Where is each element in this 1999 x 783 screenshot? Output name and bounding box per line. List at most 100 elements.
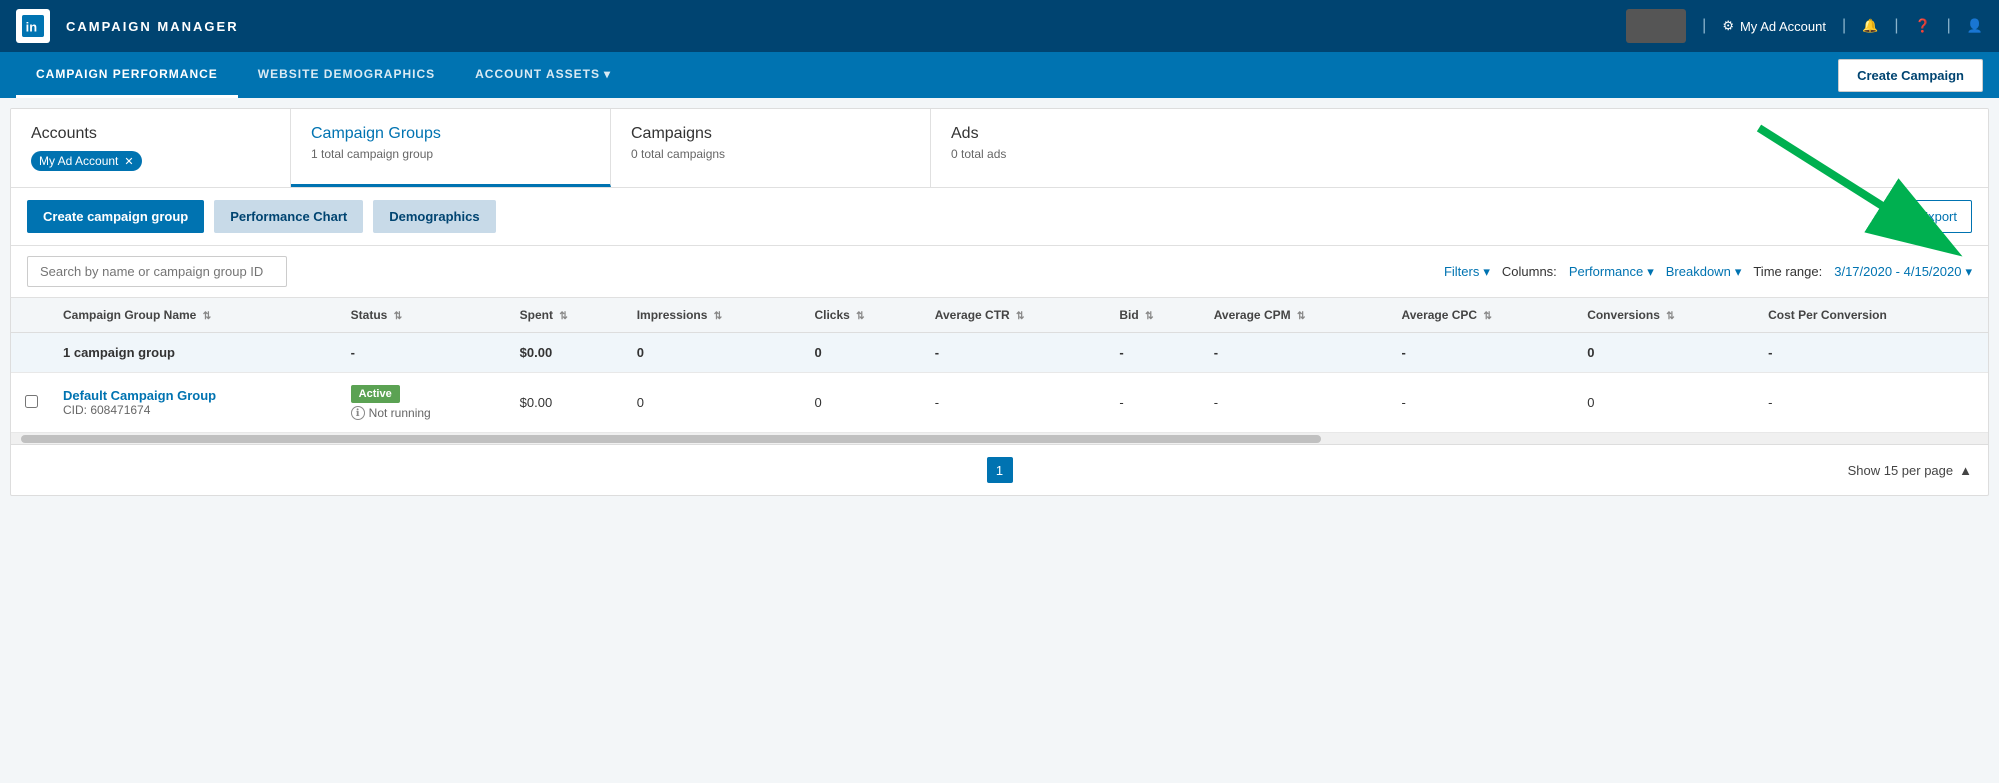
divider-3: |	[1894, 17, 1898, 35]
create-campaign-group-button[interactable]: Create campaign group	[27, 200, 204, 233]
chevron-down-icon: ▾	[1965, 264, 1972, 280]
group-avg-cpc-cell: -	[1390, 333, 1576, 373]
row-checkbox[interactable]	[25, 395, 38, 408]
remove-account-icon[interactable]: ✕	[124, 155, 133, 168]
row-impressions-cell: 0	[625, 373, 803, 433]
group-name: 1 campaign group	[63, 345, 175, 360]
row-spent-cell: $0.00	[508, 373, 625, 433]
col-cost-per-conversion[interactable]: Cost Per Conversion	[1756, 298, 1988, 333]
subnav-account-assets[interactable]: ACCOUNT ASSETS ▾	[455, 52, 631, 98]
chevron-down-icon: ▾	[1647, 264, 1654, 280]
group-bid-cell: -	[1107, 333, 1201, 373]
row-cost-per-conversion-cell: -	[1756, 373, 1988, 433]
scroll-thumb[interactable]	[21, 435, 1321, 443]
horizontal-scrollbar[interactable]	[11, 433, 1988, 445]
breadcrumb-accounts[interactable]: Accounts My Ad Account ✕	[11, 109, 291, 187]
group-clicks-cell: 0	[802, 333, 922, 373]
campaign-groups-panel-title: Campaign Groups	[311, 125, 590, 143]
row-checkbox-cell[interactable]	[11, 373, 51, 433]
settings-button[interactable]: ⚙ My Ad Account	[1722, 18, 1826, 34]
settings-label: My Ad Account	[1740, 19, 1826, 34]
col-conversions[interactable]: Conversions ⇅	[1575, 298, 1756, 333]
breadcrumb-ads[interactable]: Ads 0 total ads	[931, 109, 1988, 187]
sort-icon-spent: ⇅	[559, 311, 567, 322]
subnav-website-demographics[interactable]: WEBSITE DEMOGRAPHICS	[238, 52, 455, 98]
campaigns-panel-title: Campaigns	[631, 125, 910, 143]
show-per-page[interactable]: Show 15 per page ▲	[1848, 463, 1972, 478]
col-spent[interactable]: Spent ⇅	[508, 298, 625, 333]
question-circle-icon: ❓	[1914, 18, 1930, 34]
col-avg-ctr[interactable]: Average CTR ⇅	[923, 298, 1108, 333]
sort-icon-clicks: ⇅	[856, 311, 864, 322]
filters-label: Filters	[1444, 264, 1479, 279]
campaign-groups-table: Campaign Group Name ⇅ Status ⇅ Spent ⇅ I…	[11, 298, 1988, 433]
sort-icon-avg-cpc: ⇅	[1483, 311, 1491, 322]
group-spent-cell: $0.00	[508, 333, 625, 373]
top-navigation: in CAMPAIGN MANAGER | ⚙ My Ad Account | …	[0, 0, 1999, 52]
col-clicks[interactable]: Clicks ⇅	[802, 298, 922, 333]
notifications-button[interactable]: 🔔	[1862, 18, 1878, 34]
chevron-down-icon: ▾	[1735, 264, 1742, 280]
sort-icon-conversions: ⇅	[1666, 311, 1674, 322]
export-button[interactable]: Export	[1904, 200, 1972, 233]
row-avg-ctr-cell: -	[923, 373, 1108, 433]
sort-icon-avg-cpm: ⇅	[1297, 311, 1305, 322]
account-avatar-image	[1626, 9, 1686, 43]
col-status[interactable]: Status ⇅	[339, 298, 508, 333]
create-campaign-button[interactable]: Create Campaign	[1838, 59, 1983, 92]
pagination-row: 1 Show 15 per page ▲	[11, 445, 1988, 495]
campaign-group-link[interactable]: Default Campaign Group	[63, 388, 327, 403]
time-range-label: Time range:	[1753, 264, 1822, 279]
performance-chart-button[interactable]: Performance Chart	[214, 200, 363, 233]
time-range-value: 3/17/2020 - 4/15/2020	[1834, 264, 1961, 279]
subnav-campaign-performance[interactable]: CAMPAIGN PERFORMANCE	[16, 52, 238, 98]
chevron-down-icon: ▾	[1483, 264, 1490, 280]
breadcrumb-campaign-groups[interactable]: Campaign Groups 1 total campaign group	[291, 109, 611, 187]
table-group-row: 1 campaign group - $0.00 0 0 -	[11, 333, 1988, 373]
svg-text:in: in	[26, 20, 38, 35]
row-bid-cell: -	[1107, 373, 1201, 433]
not-running-status: ℹ Not running	[351, 406, 496, 420]
group-conversions-cell: 0	[1575, 333, 1756, 373]
col-name[interactable]: Campaign Group Name ⇅	[51, 298, 339, 333]
col-avg-cpc[interactable]: Average CPC ⇅	[1390, 298, 1576, 333]
group-name-cell: 1 campaign group	[51, 333, 339, 373]
filters-button[interactable]: Filters ▾	[1444, 264, 1490, 280]
app-title: CAMPAIGN MANAGER	[66, 19, 239, 34]
sort-icon-bid: ⇅	[1145, 311, 1153, 322]
columns-select[interactable]: Performance ▾	[1569, 264, 1654, 280]
table-toolbar: Create campaign group Performance Chart …	[11, 188, 1988, 246]
bell-icon: 🔔	[1862, 18, 1878, 34]
filter-row: Filters ▾ Columns: Performance ▾ Breakdo…	[11, 246, 1988, 298]
select-all-header	[11, 298, 51, 333]
ads-panel-title: Ads	[951, 125, 1968, 143]
time-range-select[interactable]: 3/17/2020 - 4/15/2020 ▾	[1834, 264, 1972, 280]
table-header-row: Campaign Group Name ⇅ Status ⇅ Spent ⇅ I…	[11, 298, 1988, 333]
col-bid[interactable]: Bid ⇅	[1107, 298, 1201, 333]
user-avatar-icon: 👤	[1967, 18, 1983, 34]
breakdown-select[interactable]: Breakdown ▾	[1666, 264, 1742, 280]
table-row: Default Campaign Group CID: 608471674 Ac…	[11, 373, 1988, 433]
campaign-groups-panel-subtitle: 1 total campaign group	[311, 147, 590, 161]
account-badge[interactable]: My Ad Account ✕	[31, 151, 142, 171]
help-button[interactable]: ❓	[1914, 18, 1930, 34]
row-conversions-cell: 0	[1575, 373, 1756, 433]
breakdown-label: Breakdown	[1666, 264, 1731, 279]
user-avatar-button[interactable]: 👤	[1967, 18, 1983, 34]
sort-icon-name: ⇅	[203, 311, 211, 322]
demographics-button[interactable]: Demographics	[373, 200, 495, 233]
main-content: Accounts My Ad Account ✕ Campaign Groups…	[10, 108, 1989, 496]
account-badge-label: My Ad Account	[39, 154, 118, 168]
search-input[interactable]	[27, 256, 287, 287]
chevron-down-icon: ▾	[604, 67, 611, 81]
col-impressions[interactable]: Impressions ⇅	[625, 298, 803, 333]
sort-icon-avg-ctr: ⇅	[1016, 311, 1024, 322]
col-avg-cpm[interactable]: Average CPM ⇅	[1202, 298, 1390, 333]
chevron-up-icon: ▲	[1959, 463, 1972, 478]
group-avg-ctr-cell: -	[923, 333, 1108, 373]
breadcrumb-campaigns[interactable]: Campaigns 0 total campaigns	[611, 109, 931, 187]
current-page-indicator[interactable]: 1	[987, 457, 1013, 483]
linkedin-logo: in	[16, 9, 50, 43]
group-status-cell: -	[339, 333, 508, 373]
breadcrumb-panels: Accounts My Ad Account ✕ Campaign Groups…	[11, 109, 1988, 188]
